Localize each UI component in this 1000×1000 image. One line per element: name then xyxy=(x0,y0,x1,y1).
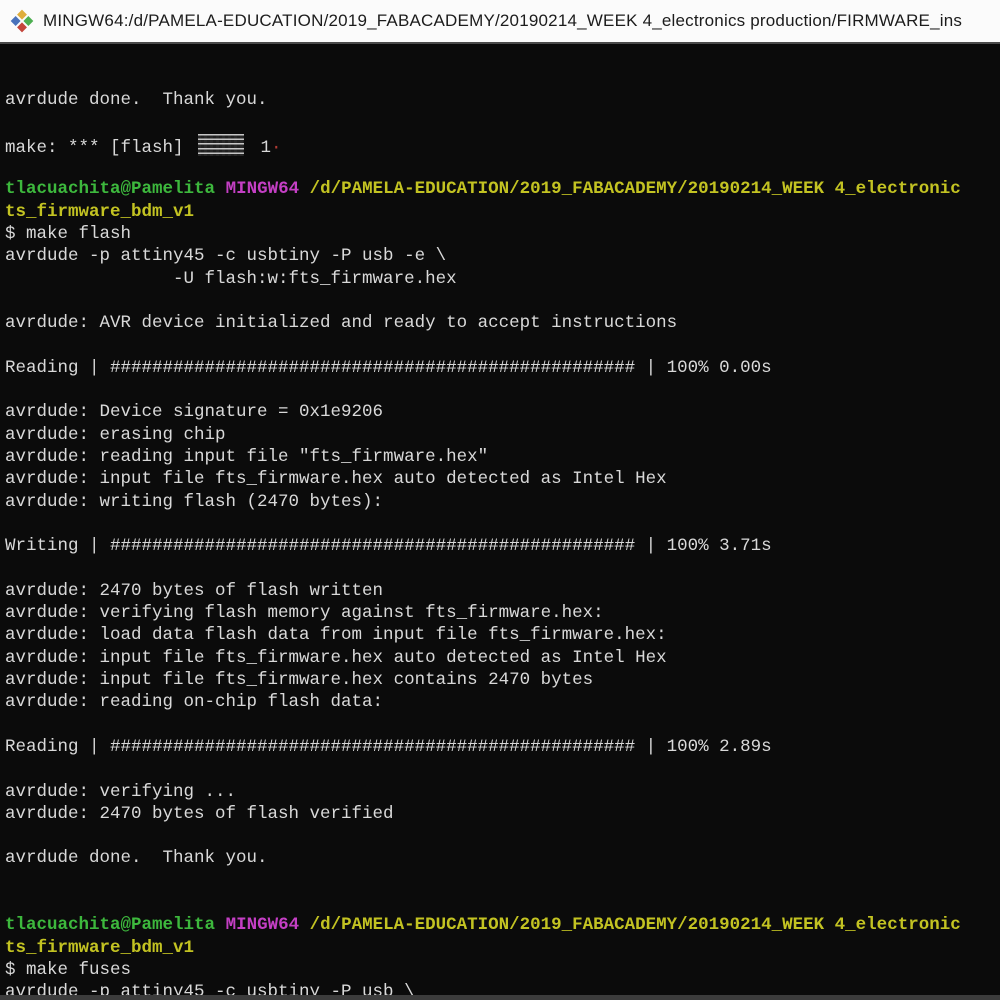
terminal-text: avrdude: load data flash data from input… xyxy=(5,625,667,646)
terminal-line: tlacuachita@Pamelita MINGW64 /d/PAMELA-E… xyxy=(5,178,1000,200)
mingw64-msys-diamond-icon[interactable] xyxy=(10,9,34,33)
terminal-line: -U flash:w:fts_firmware.hex xyxy=(5,268,1000,290)
terminal-line: avrdude: writing flash (2470 bytes): xyxy=(5,491,1000,513)
terminal-text-yellow: /d/PAMELA-EDUCATION/2019_FABACADEMY/2019… xyxy=(309,915,961,936)
terminal-line: avrdude: reading on-chip flash data: xyxy=(5,691,1000,713)
terminal-line: avrdude: 2470 bytes of flash verified xyxy=(5,803,1000,825)
terminal-text: $ make fuses xyxy=(5,959,132,980)
terminal-text: avrdude: writing flash (2470 bytes): xyxy=(5,491,384,512)
title-bar[interactable]: MINGW64:/d/PAMELA-EDUCATION/2019_FABACAD… xyxy=(0,0,1000,44)
terminal-text: Reading | ##############################… xyxy=(5,357,772,378)
window-bottom-border xyxy=(0,995,1000,1000)
terminal-line: Writing | ##############################… xyxy=(5,535,1000,557)
terminal-text: avrdude: erasing chip xyxy=(5,424,226,445)
terminal-text: avrdude: AVR device initialized and read… xyxy=(5,313,678,334)
terminal-text: avrdude: input file fts_firmware.hex con… xyxy=(5,670,594,691)
terminal-line: $ make flash xyxy=(5,223,1000,245)
terminal-line: avrdude: verifying ... xyxy=(5,781,1000,803)
terminal-line: tlacuachita@Pamelita MINGW64 /d/PAMELA-E… xyxy=(5,914,1000,936)
terminal-text: avrdude done. Thank you. xyxy=(5,90,268,111)
terminal-text: -U flash:w:fts_firmware.hex xyxy=(5,268,457,289)
terminal-line: Reading | ##############################… xyxy=(5,736,1000,758)
terminal-text: avrdude: reading input file "fts_firmwar… xyxy=(5,447,489,468)
terminal-text: avrdude -p attiny45 -c usbtiny -P usb -e… xyxy=(5,246,447,267)
terminal-line: avrdude: verifying flash memory against … xyxy=(5,602,1000,624)
terminal-text: avrdude: verifying ... xyxy=(5,781,237,802)
terminal-text-yellow: ts_firmware_bdm_v1 xyxy=(5,937,195,958)
terminal-screen[interactable]: avrdude done. Thank you. make: *** [flash… xyxy=(0,46,1000,1000)
terminal-line: avrdude: 2470 bytes of flash written xyxy=(5,580,1000,602)
garbled-output-block xyxy=(198,133,245,157)
terminal-text: avrdude: verifying flash memory against … xyxy=(5,603,604,624)
terminal-line: avrdude: input file fts_firmware.hex aut… xyxy=(5,468,1000,490)
terminal-line: avrdude done. Thank you. xyxy=(5,847,1000,869)
terminal-line: avrdude -p attiny45 -c usbtiny -P usb -e… xyxy=(5,245,1000,267)
terminal-line: avrdude: erasing chip xyxy=(5,424,1000,446)
terminal-line: avrdude: load data flash data from input… xyxy=(5,624,1000,646)
terminal-text-green: tlacuachita@Pamelita xyxy=(5,915,216,936)
terminal-text: avrdude: input file fts_firmware.hex aut… xyxy=(5,647,667,668)
terminal-text-green: tlacuachita@Pamelita xyxy=(5,179,216,200)
terminal-text: avrdude done. Thank you. xyxy=(5,848,268,869)
terminal-line: $ make fuses xyxy=(5,959,1000,981)
window-title: MINGW64:/d/PAMELA-EDUCATION/2019_FABACAD… xyxy=(43,11,963,30)
terminal-text: avrdude: reading on-chip flash data: xyxy=(5,692,384,713)
terminal-line: ts_firmware_bdm_v1 xyxy=(5,937,1000,959)
terminal-text: avrdude: input file fts_firmware.hex aut… xyxy=(5,469,667,490)
terminal-text: avrdude: 2470 bytes of flash verified xyxy=(5,803,394,824)
terminal-line: avrdude: input file fts_firmware.hex aut… xyxy=(5,647,1000,669)
terminal-text: make: *** [flash] xyxy=(5,137,195,157)
terminal-line: avrdude: reading input file "fts_firmwar… xyxy=(5,446,1000,468)
terminal-line: avrdude: Device signature = 0x1e9206 xyxy=(5,401,1000,423)
terminal-text: Writing | ##############################… xyxy=(5,536,772,557)
terminal-text-magenta: MINGW64 xyxy=(225,179,300,200)
terminal-text: avrdude: Device signature = 0x1e9206 xyxy=(5,402,384,423)
terminal-text: Reading | ##############################… xyxy=(5,736,772,757)
terminal-text-yellow: ts_firmware_bdm_v1 xyxy=(5,201,195,222)
terminal-text: avrdude: 2470 bytes of flash written xyxy=(5,580,384,601)
terminal-text: 1 xyxy=(250,137,272,157)
terminal-line: Reading | ##############################… xyxy=(5,357,1000,379)
terminal-text-magenta: MINGW64 xyxy=(225,915,300,936)
terminal-text-yellow: /d/PAMELA-EDUCATION/2019_FABACADEMY/2019… xyxy=(309,179,961,200)
terminal-line: avrdude: input file fts_firmware.hex con… xyxy=(5,669,1000,691)
terminal-line: ts_firmware_bdm_v1 xyxy=(5,201,1000,223)
terminal-text-red: · xyxy=(271,137,282,157)
terminal-line: make: *** [flash] 1· xyxy=(5,133,1000,157)
terminal-line: avrdude: AVR device initialized and read… xyxy=(5,312,1000,334)
terminal-line: avrdude done. Thank you. xyxy=(5,89,1000,111)
terminal-text: $ make flash xyxy=(5,224,132,245)
